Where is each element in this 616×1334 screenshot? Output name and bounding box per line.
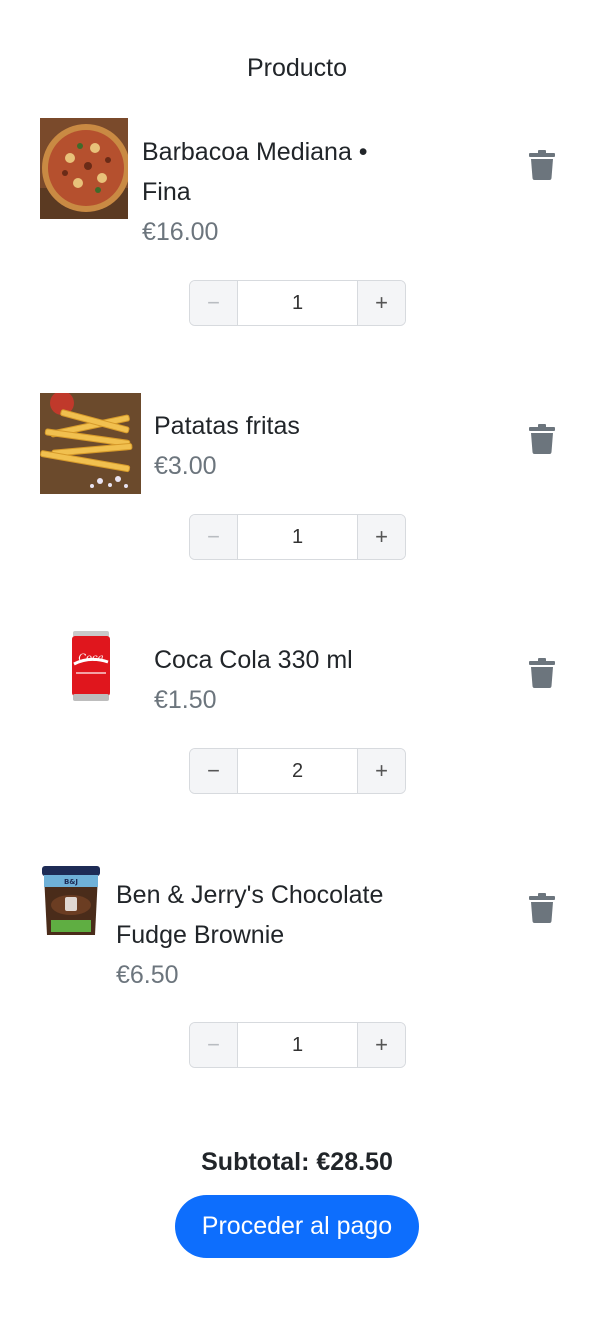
decrement-button[interactable]: − [190,281,238,325]
quantity-value[interactable]: 1 [238,1023,357,1067]
product-image-pizza [40,118,128,219]
trash-icon[interactable] [529,424,555,454]
product-price: €3.00 [154,452,217,480]
svg-text:Coca: Coca [78,653,103,664]
trash-icon[interactable] [529,893,555,923]
product-image-coca-cola-can: Coca [70,630,112,702]
quantity-stepper: − 1 + [189,280,406,326]
decrement-button[interactable]: − [190,749,238,793]
product-price: €1.50 [154,686,217,714]
product-name-continued: Fudge Brownie [116,921,285,949]
svg-text:B&J: B&J [64,878,78,886]
quantity-value[interactable]: 1 [238,281,357,325]
product-name: Ben & Jerry's Chocolate [116,881,384,909]
quantity-stepper: − 1 + [189,1022,406,1068]
quantity-stepper: − 2 + [189,748,406,794]
trash-icon[interactable] [529,150,555,180]
increment-button[interactable]: + [357,749,405,793]
quantity-stepper: − 1 + [189,514,406,560]
trash-icon[interactable] [529,658,555,688]
quantity-value[interactable]: 1 [238,515,357,559]
product-name: Patatas fritas [154,412,300,440]
product-price: €16.00 [142,218,219,246]
subtotal: Subtotal: €28.50 [201,1148,393,1176]
decrement-button[interactable]: − [190,515,238,559]
decrement-button[interactable]: − [190,1023,238,1067]
increment-button[interactable]: + [357,515,405,559]
product-name: Coca Cola 330 ml [154,646,353,674]
increment-button[interactable]: + [357,281,405,325]
product-image-fries [40,393,141,494]
checkout-button[interactable]: Proceder al pago [175,1195,419,1258]
product-name: Barbacoa Mediana • [142,138,368,166]
product-name-continued: Fina [142,178,191,206]
product-image-ice-cream-tub: B&J [41,865,101,937]
page-title: Producto [246,54,348,82]
quantity-value[interactable]: 2 [238,749,357,793]
increment-button[interactable]: + [357,1023,405,1067]
product-price: €6.50 [116,961,179,989]
